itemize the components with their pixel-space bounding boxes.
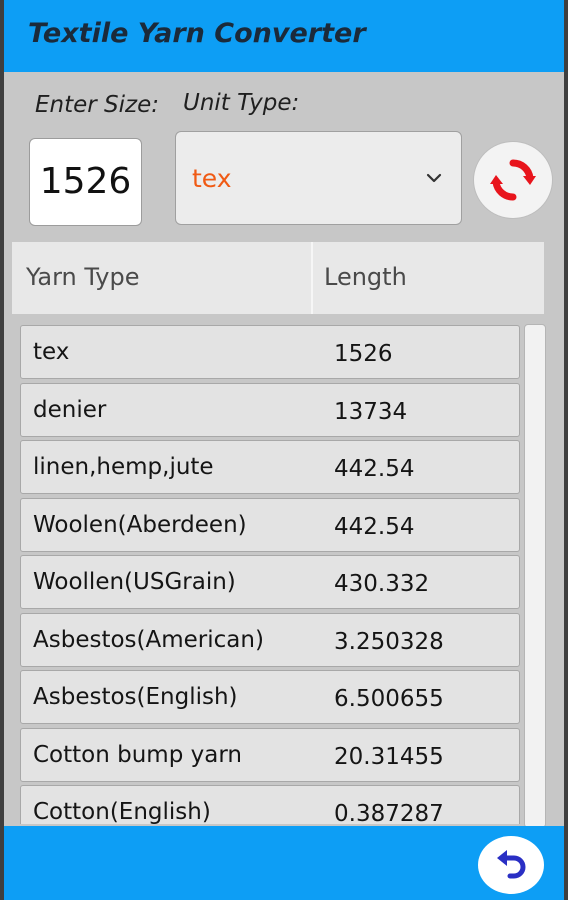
unit-type-select[interactable]: tex (175, 131, 462, 225)
table-row[interactable]: Cotton(English) 0.387287 (20, 785, 520, 824)
header-divider (311, 242, 313, 314)
length-cell: 430.332 (334, 571, 430, 597)
length-cell: 442.54 (334, 456, 415, 482)
unit-type-label: Unit Type: (183, 90, 300, 116)
length-cell: 1526 (334, 341, 393, 367)
size-label: Enter Size: (35, 92, 160, 118)
yarn-type-cell: Asbestos(American) (33, 627, 264, 653)
table-row[interactable]: tex 1526 (20, 325, 520, 379)
app-title: Textile Yarn Converter (28, 18, 366, 49)
list-scrollbar[interactable] (524, 324, 546, 828)
chevron-down-icon (426, 173, 442, 183)
yarn-type-cell: Woolen(Aberdeen) (33, 512, 247, 538)
table-header: Yarn Type Length (12, 242, 544, 314)
conversion-list[interactable]: tex 1526 denier 13734 linen,hemp,jute 44… (20, 324, 520, 824)
table-row[interactable]: Asbestos(American) 3.250328 (20, 613, 520, 667)
table-row[interactable]: Asbestos(English) 6.500655 (20, 670, 520, 724)
length-cell: 0.387287 (334, 801, 444, 824)
table-row[interactable]: linen,hemp,jute 442.54 (20, 440, 520, 494)
title-bar: Textile Yarn Converter (4, 0, 564, 72)
yarn-type-cell: linen,hemp,jute (33, 454, 214, 480)
header-yarn-type: Yarn Type (26, 263, 140, 291)
yarn-type-cell: tex (33, 339, 70, 365)
length-cell: 6.500655 (334, 686, 444, 712)
length-cell: 13734 (334, 399, 408, 425)
app-screen: Textile Yarn Converter Enter Size: Unit … (4, 0, 564, 900)
size-input-value: 1526 (39, 161, 132, 202)
table-row[interactable]: denier 13734 (20, 383, 520, 437)
yarn-type-cell: Asbestos(English) (33, 684, 238, 710)
header-length: Length (324, 263, 407, 291)
bottom-bar (4, 826, 564, 900)
length-cell: 3.250328 (334, 629, 444, 655)
undo-arrow-icon (497, 850, 526, 879)
convert-button[interactable] (474, 142, 552, 218)
yarn-type-cell: Woollen(USGrain) (33, 569, 236, 595)
yarn-type-cell: denier (33, 397, 107, 423)
length-cell: 20.31455 (334, 744, 444, 770)
yarn-type-cell: Cotton bump yarn (33, 742, 242, 768)
table-row[interactable]: Woollen(USGrain) 430.332 (20, 555, 520, 609)
refresh-icon (490, 159, 536, 201)
table-row[interactable]: Woolen(Aberdeen) 442.54 (20, 498, 520, 552)
yarn-type-cell: Cotton(English) (33, 799, 211, 824)
length-cell: 442.54 (334, 514, 415, 540)
size-input[interactable]: 1526 (29, 138, 142, 226)
table-row[interactable]: Cotton bump yarn 20.31455 (20, 728, 520, 782)
back-button[interactable] (478, 836, 544, 894)
unit-type-selected: tex (192, 164, 232, 193)
